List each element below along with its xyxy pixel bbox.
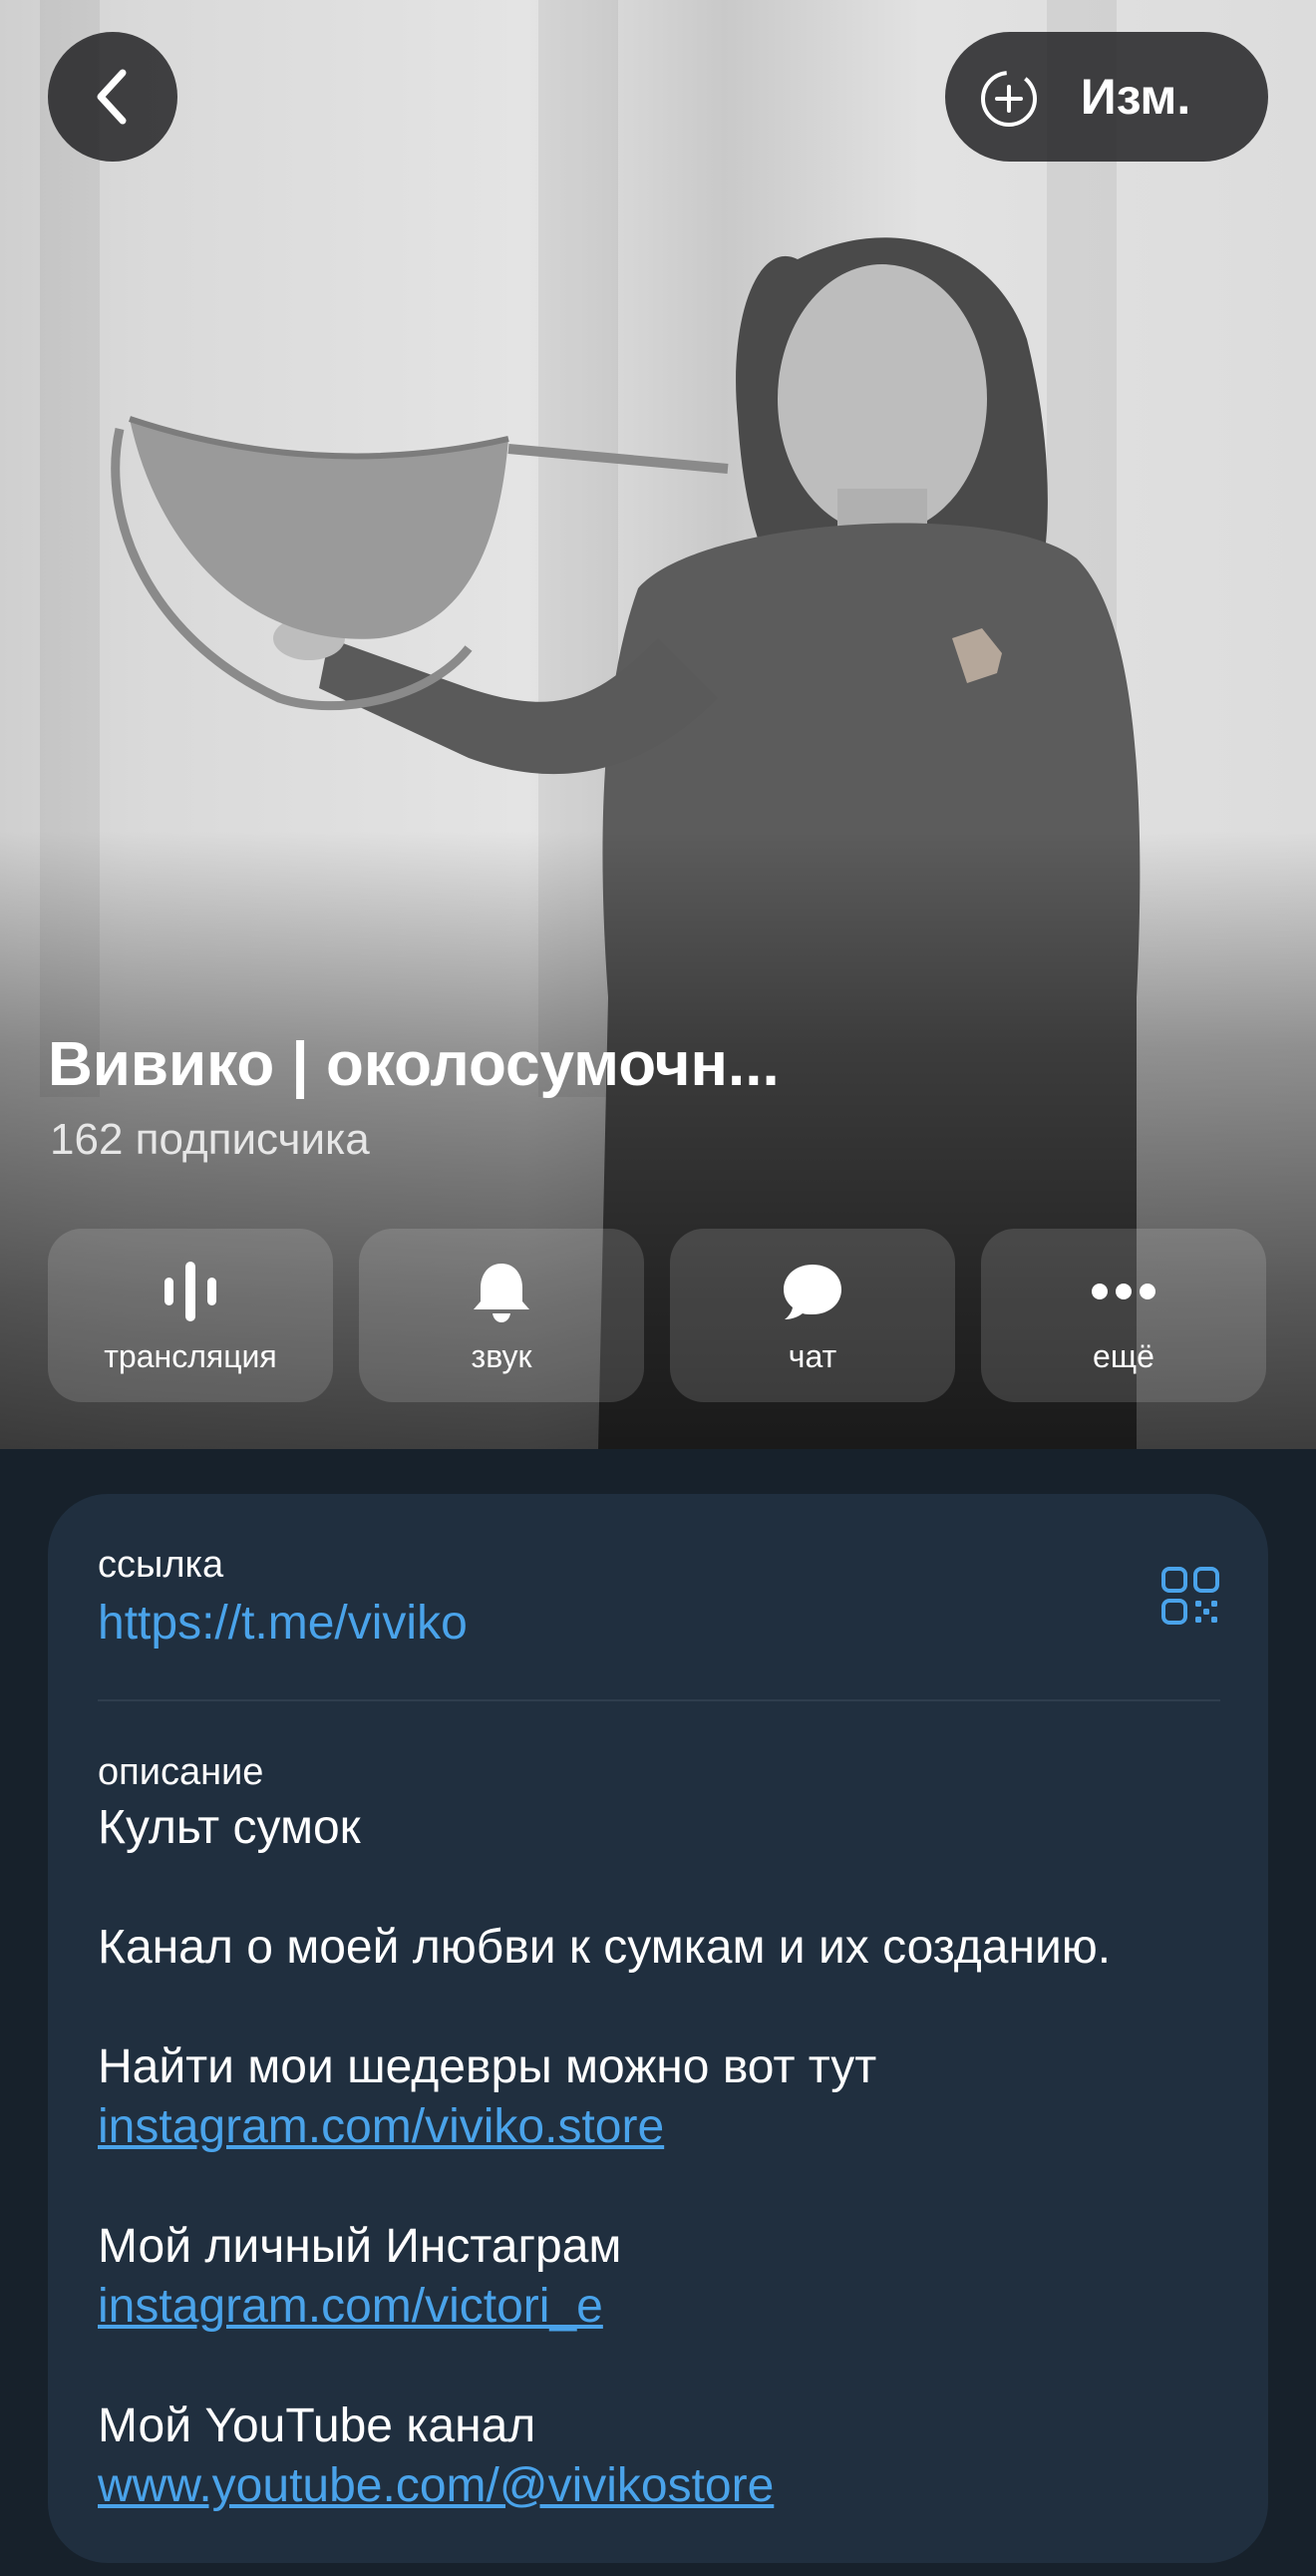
more-dots-icon	[1092, 1284, 1155, 1299]
channel-cover-photo: Изм. Вивико | околосумочн... 162 подписч…	[0, 0, 1316, 1449]
description-label: описание	[98, 1751, 264, 1793]
instagram-store-link[interactable]: instagram.com/viviko.store	[98, 2100, 664, 2153]
instagram-personal-link[interactable]: instagram.com/victori_e	[98, 2280, 603, 2333]
bell-icon	[474, 1264, 529, 1322]
action-label: звук	[471, 1338, 532, 1374]
chat-button[interactable]: чат	[670, 1229, 955, 1402]
action-label: чат	[788, 1338, 837, 1374]
action-label: ещё	[1093, 1338, 1154, 1374]
description-line: Мой YouTube канал	[98, 2399, 536, 2452]
channel-info-card: ссылка https://t.me/viviko описание Куль…	[48, 1494, 1268, 2563]
description-line: Найти мои шедевры можно вот тут	[98, 2040, 877, 2093]
sound-button[interactable]: звук	[359, 1229, 644, 1402]
more-button[interactable]: ещё	[981, 1229, 1266, 1402]
back-button[interactable]	[48, 32, 177, 162]
divider	[98, 1699, 1220, 1701]
add-story-icon	[981, 71, 1037, 127]
edit-label: Изм.	[1080, 69, 1191, 125]
chat-bubble-icon	[784, 1265, 841, 1319]
chevron-left-icon	[97, 69, 127, 125]
edit-button[interactable]: Изм.	[945, 32, 1268, 162]
description-line: Культ сумок	[98, 1801, 361, 1854]
description-line: Мой личный Инстаграм	[98, 2220, 622, 2273]
channel-description: Культ сумок Канал о моей любви к сумкам …	[98, 1798, 1224, 2576]
voice-chat-icon	[164, 1262, 216, 1321]
channel-title: Вивико | околосумочн...	[48, 1030, 780, 1099]
action-label: трансляция	[104, 1338, 277, 1374]
action-buttons: трансляция звук чат ещё	[48, 1229, 1268, 1402]
description-line: Канал о моей любви к сумкам и их создани…	[98, 1921, 1112, 1974]
qr-code-icon[interactable]	[1160, 1566, 1220, 1626]
subscriber-count: 162 подписчика	[50, 1115, 370, 1164]
channel-link[interactable]: https://t.me/viviko	[98, 1596, 468, 1651]
youtube-link[interactable]: www.youtube.com/@vivikostore	[98, 2459, 774, 2512]
voice-chat-button[interactable]: трансляция	[48, 1229, 333, 1402]
link-label: ссылка	[98, 1544, 224, 1586]
